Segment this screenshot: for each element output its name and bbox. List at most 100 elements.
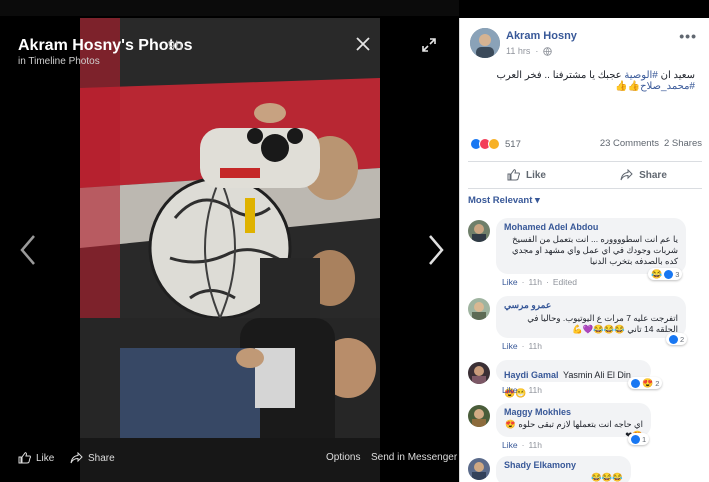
post-emoji: 👍👍 bbox=[615, 81, 641, 92]
haha-reaction-icon bbox=[488, 138, 500, 150]
comment-time[interactable]: 11h bbox=[528, 440, 542, 450]
hashtag-mohamed-salah[interactable]: #محمد_صلاح bbox=[640, 81, 695, 92]
commenter-avatar[interactable] bbox=[468, 458, 490, 480]
comment-meta: Like · 11h bbox=[502, 385, 542, 395]
commenter-name[interactable]: عمرو مرسي bbox=[504, 300, 678, 311]
comment-bubble: Haydi Gamal Yasmin Ali El Din 😍😁 bbox=[496, 360, 651, 398]
send-in-messenger-button[interactable]: Send in Messenger bbox=[371, 452, 457, 463]
post-stats: 517 23 Comments 2 Shares bbox=[470, 138, 702, 152]
globe-icon bbox=[543, 46, 553, 56]
comment-item: Shady Elkamony 😂😂😂 bbox=[468, 456, 704, 482]
post-time-text[interactable]: 11 hrs bbox=[506, 46, 530, 56]
viewer-title[interactable]: Akram Hosny's Photos bbox=[18, 37, 193, 55]
comment-reaction-count: 3 bbox=[675, 269, 680, 279]
like-label: Like bbox=[525, 169, 546, 181]
comment-like-link[interactable]: Like bbox=[502, 385, 518, 395]
photo[interactable] bbox=[80, 18, 380, 482]
top-strip bbox=[0, 0, 459, 16]
comment-bubble: عمرو مرسي اتفرجت عليه 7 مرات ع اليوتيوب.… bbox=[496, 296, 686, 338]
commenter-name[interactable]: Haydi Gamal bbox=[504, 370, 559, 380]
comment-sort-dropdown[interactable]: Most Relevant ▾ bbox=[468, 195, 540, 206]
author-name[interactable]: Akram Hosny bbox=[506, 30, 577, 42]
comment-emoji: 😂😂😂 bbox=[591, 472, 623, 482]
commenter-name[interactable]: Maggy Mokhles bbox=[504, 407, 643, 417]
share-arrow-icon bbox=[620, 169, 633, 181]
comment-item: Mohamed Adel Abdou يا عم انت اسطووووره .… bbox=[468, 218, 704, 288]
next-photo-icon[interactable] bbox=[426, 232, 446, 268]
comment-like-link[interactable]: Like bbox=[502, 341, 518, 351]
comment-mention[interactable]: Yasmin Ali El Din bbox=[563, 370, 631, 380]
share-icon bbox=[70, 452, 83, 464]
photo-image bbox=[80, 18, 380, 482]
comment-text: اي حاجه انت بتعملها لازم تبقى حلوه 😍😍❤ bbox=[504, 419, 643, 441]
viewer-share-button[interactable]: Share bbox=[70, 452, 115, 464]
comment-bubble: Maggy Mokhles اي حاجه انت بتعملها لازم ت… bbox=[496, 403, 651, 440]
comment-edited[interactable]: Edited bbox=[553, 277, 577, 287]
post-text-mid: عجبك يا مشترفنا .. فخر العرب bbox=[496, 70, 625, 81]
comments-count[interactable]: 23 Comments bbox=[600, 138, 659, 149]
commenter-name[interactable]: Mohamed Adel Abdou bbox=[504, 222, 678, 232]
comment-reaction-count: 1 bbox=[642, 434, 647, 444]
comment-time[interactable]: 11h bbox=[528, 385, 542, 395]
viewer-like-label: Like bbox=[36, 452, 55, 464]
like-button[interactable]: Like bbox=[468, 162, 585, 188]
comment-reactions[interactable]: 😂 3 bbox=[648, 268, 683, 280]
post-panel: Akram Hosny 11 hrs · ••• سعيد ان #الوصية… bbox=[459, 18, 709, 482]
commenter-avatar[interactable] bbox=[468, 220, 490, 242]
comment-meta: Like · 11h · Edited bbox=[502, 277, 577, 287]
post-text: سعيد ان #الوصية عجبك يا مشترفنا .. فخر ا… bbox=[465, 70, 695, 92]
options-label: Options bbox=[326, 452, 361, 463]
photo-viewer: Akram Hosny's Photos in Timeline Photos … bbox=[0, 0, 459, 482]
comment-text: اتفرجت عليه 7 مرات ع اليوتيوب. وحاليا في… bbox=[504, 313, 678, 335]
post-text-start: سعيد ان bbox=[657, 70, 695, 81]
more-options-icon[interactable]: ••• bbox=[679, 28, 697, 44]
comment-item: عمرو مرسي اتفرجت عليه 7 مرات ع اليوتيوب.… bbox=[468, 296, 704, 356]
comment-reactions[interactable]: 1 bbox=[628, 433, 650, 445]
comment-emoji: 😂😂😂💜💪 bbox=[571, 324, 625, 334]
comment-like-link[interactable]: Like bbox=[502, 277, 518, 287]
viewer-like-button[interactable]: Like bbox=[18, 452, 54, 464]
comment-like-link[interactable]: Like bbox=[502, 440, 518, 450]
reactions-summary[interactable]: 517 bbox=[470, 138, 521, 150]
messenger-label: Send in Messenger bbox=[371, 452, 458, 463]
comment-reaction-count: 2 bbox=[680, 334, 685, 344]
comment-item: Haydi Gamal Yasmin Ali El Din 😍😁 😍 2 Like… bbox=[468, 360, 704, 400]
comment-bubble: Shady Elkamony 😂😂😂 bbox=[496, 456, 631, 482]
options-button[interactable]: Options bbox=[326, 452, 360, 463]
commenter-avatar[interactable] bbox=[468, 362, 490, 384]
previous-photo-icon[interactable] bbox=[18, 232, 38, 268]
reaction-count: 517 bbox=[505, 138, 521, 150]
close-icon[interactable] bbox=[355, 36, 371, 57]
caret-down-icon: ▾ bbox=[535, 195, 540, 206]
comment-text: يا عم انت اسطووووره ... انت بتعمل من الف… bbox=[511, 234, 678, 266]
share-button[interactable]: Share bbox=[585, 162, 702, 188]
sort-label: Most Relevant bbox=[468, 195, 533, 206]
comment-time[interactable]: 11h bbox=[528, 341, 542, 351]
viewer-share-label: Share bbox=[88, 452, 115, 464]
comment-meta: Like · 11h bbox=[502, 341, 542, 351]
comment-reactions[interactable]: 2 bbox=[666, 333, 688, 345]
hashtag-wasiya[interactable]: #الوصية bbox=[624, 70, 657, 81]
author-avatar[interactable] bbox=[470, 28, 500, 58]
share-label: Share bbox=[639, 169, 667, 181]
like-icon bbox=[18, 452, 31, 464]
fullscreen-icon[interactable] bbox=[422, 38, 436, 57]
commenter-avatar[interactable] bbox=[468, 298, 490, 320]
shares-count[interactable]: 2 Shares bbox=[664, 138, 702, 149]
comment-reactions[interactable]: 😍 2 bbox=[628, 377, 663, 389]
viewer-footer: Like Share Options Send in Messenger bbox=[0, 444, 459, 472]
comment-item: Maggy Mokhles اي حاجه انت بتعملها لازم ت… bbox=[468, 403, 704, 451]
commenter-avatar[interactable] bbox=[468, 405, 490, 427]
comment-reaction-count: 2 bbox=[655, 378, 660, 388]
post-actions: Like Share bbox=[468, 161, 702, 189]
thumbs-up-icon bbox=[507, 169, 520, 181]
album-name[interactable]: in Timeline Photos bbox=[18, 56, 100, 67]
comment-bubble: Mohamed Adel Abdou يا عم انت اسطووووره .… bbox=[496, 218, 686, 274]
viewer-time: 9h bbox=[168, 38, 183, 53]
photo-viewer-page: Akram Hosny's Photos in Timeline Photos … bbox=[0, 0, 709, 482]
comment-meta: Like · 11h bbox=[502, 440, 542, 450]
post-time: 11 hrs · bbox=[506, 46, 553, 56]
comment-text-body: اي حاجه انت بتعملها لازم تبقى حلوه bbox=[518, 419, 643, 429]
comment-time[interactable]: 11h bbox=[528, 277, 542, 287]
commenter-name[interactable]: Shady Elkamony bbox=[504, 460, 623, 470]
